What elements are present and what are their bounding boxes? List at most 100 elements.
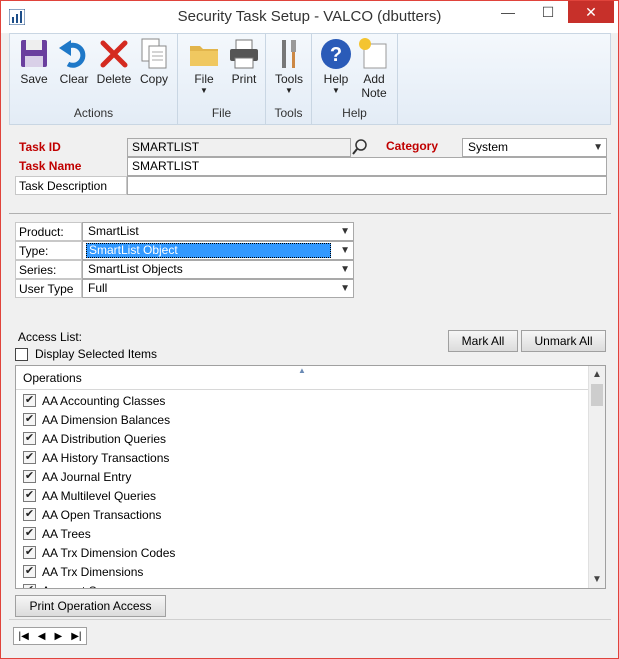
scroll-thumb[interactable]	[591, 384, 603, 406]
operation-label: AA Trx Dimensions	[42, 564, 144, 579]
clear-button[interactable]: Clear	[54, 36, 94, 106]
operation-checkbox[interactable]: ✔	[23, 565, 36, 578]
operation-label: AA Accounting Classes	[42, 393, 166, 408]
list-item[interactable]: ✔ AA History Transactions	[16, 448, 590, 467]
series-select[interactable]: SmartList Objects ▼	[82, 260, 354, 279]
list-item[interactable]: ✔ AA Journal Entry	[16, 467, 590, 486]
copy-icon	[141, 38, 167, 69]
operation-label: Account Summary	[42, 584, 140, 589]
scroll-down-icon[interactable]: ▼	[589, 571, 605, 588]
type-label: Type:	[15, 241, 82, 260]
help-menu-button[interactable]: ? Help ▼	[316, 36, 356, 106]
task-id-field[interactable]: SMARTLIST	[127, 138, 351, 157]
operation-label: AA History Transactions	[42, 450, 170, 465]
ribbon-group-label-tools: Tools	[274, 106, 303, 120]
user-type-label: User Type	[15, 279, 82, 298]
list-item[interactable]: ✔ AA Dimension Balances	[16, 410, 590, 429]
file-menu-button[interactable]: File ▼	[184, 36, 224, 106]
ribbon-group-actions: Save Clear Delete Copy Actions	[10, 34, 178, 124]
operation-checkbox[interactable]: ✔	[23, 470, 36, 483]
operation-label: AA Dimension Balances	[42, 412, 171, 427]
title-bar: Security Task Setup - VALCO (dbutters) —…	[1, 1, 618, 33]
ribbon-group-label-help: Help	[342, 106, 367, 120]
add-note-icon	[359, 38, 387, 69]
list-item[interactable]: ✔ AA Trx Dimension Codes	[16, 543, 590, 562]
operation-label: AA Journal Entry	[42, 469, 132, 484]
scroll-up-icon[interactable]: ▲	[589, 366, 605, 383]
chevron-down-icon: ▼	[593, 142, 603, 153]
folder-icon	[190, 46, 218, 66]
operation-checkbox[interactable]: ✔	[23, 546, 36, 559]
operation-checkbox[interactable]: ✔	[23, 584, 36, 588]
access-list-label: Access List:	[18, 330, 83, 344]
operation-checkbox[interactable]: ✔	[23, 432, 36, 445]
chevron-down-icon: ▼	[285, 86, 293, 95]
list-item[interactable]: ✔ AA Trx Dimensions	[16, 562, 590, 581]
operation-checkbox[interactable]: ✔	[23, 527, 36, 540]
task-id-label: Task ID	[19, 140, 61, 154]
ribbon-group-label-file: File	[211, 106, 232, 120]
ribbon-group-tools: Tools ▼ Tools	[266, 34, 312, 124]
save-icon	[21, 40, 47, 67]
operation-label: AA Trees	[42, 526, 91, 541]
operation-checkbox[interactable]: ✔	[23, 508, 36, 521]
task-description-field[interactable]	[127, 176, 607, 195]
close-button[interactable]: ✕	[568, 1, 614, 23]
list-item[interactable]: ✔ AA Open Transactions	[16, 505, 590, 524]
chevron-down-icon: ▼	[200, 86, 208, 95]
sort-ascending-icon: ▲	[298, 366, 306, 375]
copy-button[interactable]: Copy	[134, 36, 174, 106]
first-record-icon[interactable]: |◀	[19, 631, 29, 642]
operation-checkbox[interactable]: ✔	[23, 394, 36, 407]
previous-record-icon[interactable]: ◀	[38, 631, 46, 642]
user-type-select[interactable]: Full ▼	[82, 279, 354, 298]
task-name-field[interactable]: SMARTLIST	[127, 157, 607, 176]
task-description-label: Task Description	[15, 176, 127, 195]
lookup-magnifier-icon[interactable]	[351, 138, 369, 157]
record-navigator: |◀ ◀ ▶ ▶|	[13, 627, 87, 645]
vertical-scrollbar[interactable]: ▲ ▼	[588, 366, 605, 588]
product-label: Product:	[15, 222, 82, 241]
chevron-down-icon: ▼	[340, 245, 350, 256]
ribbon-group-help: ? Help ▼ Add Note Help	[312, 34, 398, 124]
add-note-button[interactable]: Add Note	[354, 36, 394, 106]
delete-button[interactable]: Delete	[94, 36, 134, 106]
operation-label: AA Trx Dimension Codes	[42, 545, 176, 560]
list-item[interactable]: ✔ Account Summary	[16, 581, 590, 589]
category-select[interactable]: System ▼	[462, 138, 607, 157]
list-item[interactable]: ✔ AA Trees	[16, 524, 590, 543]
chevron-down-icon: ▼	[340, 283, 350, 294]
operation-label: AA Open Transactions	[42, 507, 162, 522]
operations-column-header[interactable]: Operations ▲	[16, 366, 590, 390]
print-operation-access-button[interactable]: Print Operation Access	[15, 595, 166, 617]
ribbon-group-file: File ▼ Print File	[178, 34, 266, 124]
save-button[interactable]: Save	[14, 36, 54, 106]
mark-all-button[interactable]: Mark All	[448, 330, 518, 352]
printer-icon	[230, 39, 258, 69]
last-record-icon[interactable]: ▶|	[71, 631, 81, 642]
operation-checkbox[interactable]: ✔	[23, 413, 36, 426]
operation-label: AA Distribution Queries	[42, 431, 167, 446]
maximize-button[interactable]: ☐	[528, 1, 568, 23]
tools-menu-button[interactable]: Tools ▼	[269, 36, 309, 106]
list-item[interactable]: ✔ AA Accounting Classes	[16, 391, 590, 410]
next-record-icon[interactable]: ▶	[55, 631, 63, 642]
chevron-down-icon: ▼	[340, 264, 350, 275]
print-button[interactable]: Print	[224, 36, 264, 106]
display-selected-checkbox[interactable]	[15, 348, 28, 361]
list-item[interactable]: ✔ AA Multilevel Queries	[16, 486, 590, 505]
operations-list: Operations ▲ ✔ AA Accounting Classes ✔ AA D…	[15, 365, 606, 589]
chevron-down-icon: ▼	[332, 86, 340, 95]
minimize-button[interactable]: —	[488, 1, 528, 23]
help-question-icon: ?	[321, 39, 351, 69]
type-select[interactable]: SmartList Object ▼	[82, 241, 354, 260]
operation-checkbox[interactable]: ✔	[23, 451, 36, 464]
display-selected-label: Display Selected Items	[35, 347, 158, 361]
section-divider	[9, 213, 611, 214]
operation-checkbox[interactable]: ✔	[23, 489, 36, 502]
product-select[interactable]: SmartList ▼	[82, 222, 354, 241]
unmark-all-button[interactable]: Unmark All	[521, 330, 606, 352]
list-item[interactable]: ✔ AA Distribution Queries	[16, 429, 590, 448]
delete-x-icon	[100, 40, 128, 68]
tools-icon	[282, 40, 296, 68]
